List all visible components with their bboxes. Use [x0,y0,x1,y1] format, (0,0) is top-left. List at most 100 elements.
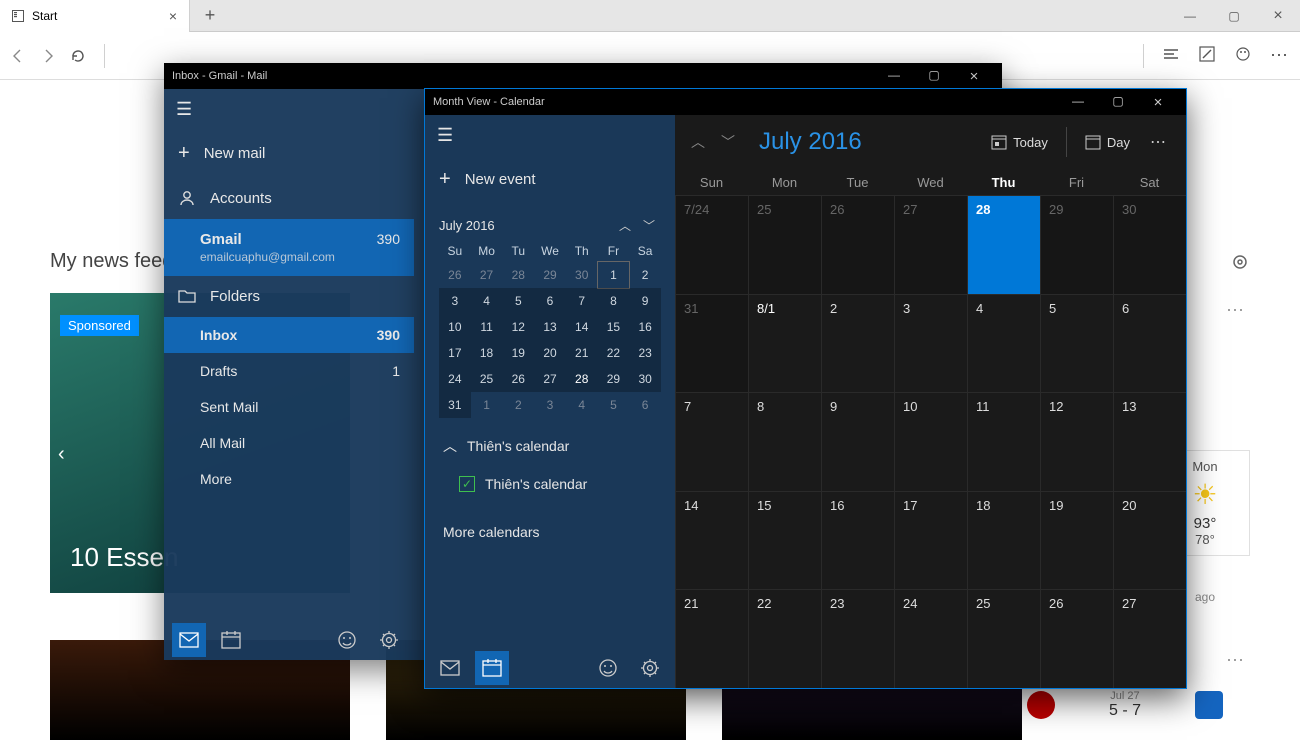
today-button[interactable]: Today [985,130,1054,154]
day-cell[interactable]: 19 [1040,491,1113,590]
day-cell[interactable]: 27 [894,195,967,294]
day-view-button[interactable]: Day [1079,130,1136,154]
mini-day[interactable]: 31 [439,392,471,418]
mini-day[interactable]: 2 [629,262,661,288]
mini-day[interactable]: 26 [502,366,534,392]
hamburger-icon[interactable]: ☰ [425,115,675,156]
feedback-icon[interactable] [330,623,364,657]
new-mail-button[interactable]: + New mail [164,130,414,177]
mini-day[interactable]: 10 [439,314,471,340]
calendar-group-header[interactable]: ︿ Thiên's calendar [425,426,675,466]
day-cell[interactable]: 13 [1113,392,1186,491]
mail-minimize-button[interactable]: — [874,68,914,85]
month-next-icon[interactable]: ﹀ [717,132,739,152]
day-cell[interactable]: 18 [967,491,1040,590]
mini-day[interactable]: 9 [629,288,661,314]
month-grid[interactable]: 7/24252627282930318/12345678910111213141… [675,195,1186,688]
day-cell[interactable]: 3 [894,294,967,393]
forward-button[interactable] [40,48,56,64]
more-calendars-button[interactable]: More calendars [425,514,675,550]
mini-day[interactable]: 24 [439,366,471,392]
new-tab-button[interactable]: + [190,5,230,26]
day-cell[interactable]: 28 [967,195,1040,294]
day-cell[interactable]: 12 [1040,392,1113,491]
day-cell[interactable]: 5 [1040,294,1113,393]
account-item[interactable]: Gmail emailcuaphu@gmail.com 390 [164,219,414,276]
mail-maximize-button[interactable]: ▢ [914,68,954,85]
day-cell[interactable]: 7 [675,392,748,491]
mini-day[interactable]: 30 [566,262,598,288]
day-cell[interactable]: 14 [675,491,748,590]
calendar-minimize-button[interactable]: — [1058,94,1098,111]
day-cell[interactable]: 16 [821,491,894,590]
day-cell[interactable]: 7/24 [675,195,748,294]
webnote-button[interactable] [1198,45,1216,66]
share-button[interactable] [1234,45,1252,66]
card-more-icon[interactable]: ⋯ [1226,650,1246,671]
news-settings-icon[interactable] [1230,252,1250,272]
mini-day[interactable]: 7 [566,288,598,314]
back-button[interactable] [10,48,26,64]
day-cell[interactable]: 23 [821,589,894,688]
calendar-close-button[interactable]: × [1138,94,1178,111]
mini-day[interactable]: 17 [439,340,471,366]
day-cell[interactable]: 27 [1113,589,1186,688]
day-cell[interactable]: 26 [821,195,894,294]
folder-item-sent-mail[interactable]: Sent Mail [164,389,414,425]
tab-close-icon[interactable]: × [169,8,177,24]
day-cell[interactable]: 25 [967,589,1040,688]
mail-titlebar[interactable]: Inbox - Gmail - Mail — ▢ × [164,63,1002,89]
mini-day[interactable]: 2 [502,392,534,418]
calendar-switch-icon[interactable] [214,623,248,657]
feedback-icon[interactable] [591,651,625,685]
folder-item-inbox[interactable]: Inbox390 [164,317,414,353]
day-cell[interactable]: 17 [894,491,967,590]
mini-day[interactable]: 1 [598,262,630,288]
mini-day[interactable]: 13 [534,314,566,340]
folder-item-more[interactable]: More [164,461,414,497]
mini-day[interactable]: 11 [471,314,503,340]
mini-day[interactable]: 26 [439,262,471,288]
mini-day[interactable]: 21 [566,340,598,366]
day-cell[interactable]: 29 [1040,195,1113,294]
day-cell[interactable]: 11 [967,392,1040,491]
mini-day[interactable]: 6 [629,392,661,418]
more-icon[interactable]: ⋯ [1144,132,1174,152]
day-cell[interactable]: 20 [1113,491,1186,590]
calendar-checkbox-row[interactable]: ✓ Thiên's calendar [425,466,675,502]
new-event-button[interactable]: + New event [425,156,675,203]
folder-item-drafts[interactable]: Drafts1 [164,353,414,389]
mini-day[interactable]: 23 [629,340,661,366]
day-cell[interactable]: 2 [821,294,894,393]
day-cell[interactable]: 10 [894,392,967,491]
mini-day[interactable]: 6 [534,288,566,314]
carousel-prev-icon[interactable]: ‹ [58,443,65,466]
mini-day[interactable]: 22 [598,340,630,366]
mini-day[interactable]: 5 [598,392,630,418]
folder-item-all-mail[interactable]: All Mail [164,425,414,461]
mini-day[interactable]: 3 [439,288,471,314]
mail-close-button[interactable]: × [954,68,994,85]
calendar-titlebar[interactable]: Month View - Calendar — ▢ × [425,89,1186,115]
mini-day[interactable]: 27 [471,262,503,288]
mini-day[interactable]: 20 [534,340,566,366]
day-cell[interactable]: 25 [748,195,821,294]
accounts-header[interactable]: Accounts [164,177,414,219]
mail-switch-icon[interactable] [433,651,467,685]
card-more-icon[interactable]: ⋯ [1226,300,1246,321]
mini-day[interactable]: 28 [566,366,598,392]
mini-day[interactable]: 14 [566,314,598,340]
folders-header[interactable]: Folders [164,276,414,317]
settings-icon[interactable] [633,651,667,685]
browser-tab[interactable]: Start × [0,0,190,32]
day-cell[interactable]: 24 [894,589,967,688]
mini-day[interactable]: 28 [502,262,534,288]
mini-day[interactable]: 30 [629,366,661,392]
day-cell[interactable]: 8/1 [748,294,821,393]
mini-day[interactable]: 4 [471,288,503,314]
mini-next-icon[interactable]: ﹀ [637,217,661,234]
mini-day[interactable]: 18 [471,340,503,366]
more-button[interactable]: ⋯ [1270,45,1290,66]
mini-day[interactable]: 5 [502,288,534,314]
day-cell[interactable]: 15 [748,491,821,590]
